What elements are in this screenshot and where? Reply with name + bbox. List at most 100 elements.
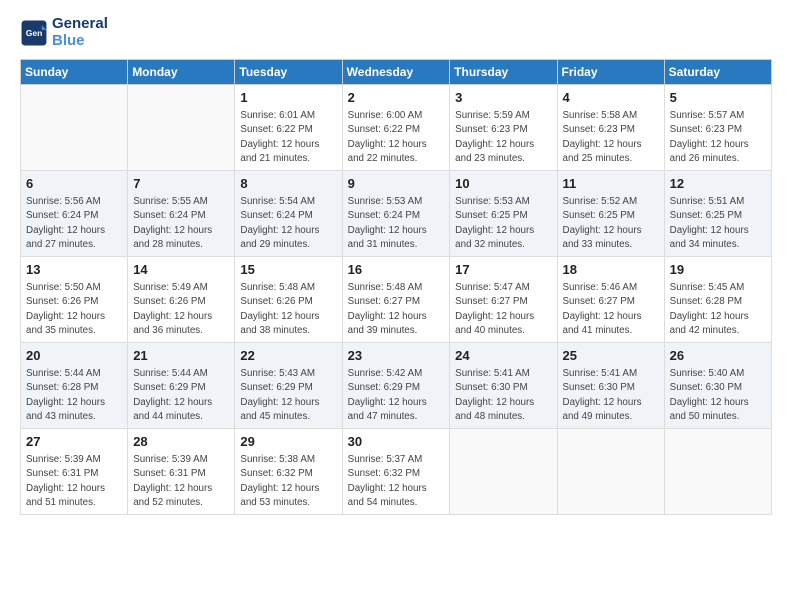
calendar-cell: 27 Sunrise: 5:39 AM Sunset: 6:31 PM Dayli…: [21, 429, 128, 515]
day-info: Sunrise: 5:54 AM Sunset: 6:24 PM Dayligh…: [240, 195, 336, 252]
calendar-cell: 3 Sunrise: 5:59 AM Sunset: 6:23 PM Daylig…: [450, 85, 557, 171]
day-info: Sunrise: 5:53 AM Sunset: 6:24 PM Dayligh…: [348, 195, 445, 252]
day-info: Sunrise: 5:42 AM Sunset: 6:29 PM Dayligh…: [348, 367, 445, 424]
calendar-cell: 2 Sunrise: 6:00 AM Sunset: 6:22 PM Daylig…: [342, 85, 450, 171]
svg-text:Gen: Gen: [26, 28, 43, 38]
calendar-cell: 7 Sunrise: 5:55 AM Sunset: 6:24 PM Daylig…: [128, 171, 235, 257]
day-info: Sunrise: 5:41 AM Sunset: 6:30 PM Dayligh…: [455, 367, 551, 424]
calendar-cell: 25 Sunrise: 5:41 AM Sunset: 6:30 PM Dayli…: [557, 343, 664, 429]
calendar-cell: 24 Sunrise: 5:41 AM Sunset: 6:30 PM Dayli…: [450, 343, 557, 429]
calendar-cell: 16 Sunrise: 5:48 AM Sunset: 6:27 PM Dayli…: [342, 257, 450, 343]
day-number: 29: [240, 433, 336, 451]
day-header-monday: Monday: [128, 60, 235, 85]
day-info: Sunrise: 6:01 AM Sunset: 6:22 PM Dayligh…: [240, 109, 336, 166]
day-number: 8: [240, 175, 336, 193]
day-number: 10: [455, 175, 551, 193]
day-info: Sunrise: 5:50 AM Sunset: 6:26 PM Dayligh…: [26, 281, 122, 338]
day-number: 15: [240, 261, 336, 279]
day-info: Sunrise: 5:44 AM Sunset: 6:28 PM Dayligh…: [26, 367, 122, 424]
day-number: 24: [455, 347, 551, 365]
calendar-cell: [128, 85, 235, 171]
day-header-friday: Friday: [557, 60, 664, 85]
calendar-cell: 12 Sunrise: 5:51 AM Sunset: 6:25 PM Dayli…: [664, 171, 771, 257]
day-info: Sunrise: 5:39 AM Sunset: 6:31 PM Dayligh…: [133, 453, 229, 510]
day-info: Sunrise: 5:59 AM Sunset: 6:23 PM Dayligh…: [455, 109, 551, 166]
day-number: 25: [563, 347, 659, 365]
calendar-cell: 29 Sunrise: 5:38 AM Sunset: 6:32 PM Dayli…: [235, 429, 342, 515]
day-number: 12: [670, 175, 766, 193]
day-number: 17: [455, 261, 551, 279]
day-number: 9: [348, 175, 445, 193]
calendar-cell: 4 Sunrise: 5:58 AM Sunset: 6:23 PM Daylig…: [557, 85, 664, 171]
day-info: Sunrise: 5:48 AM Sunset: 6:27 PM Dayligh…: [348, 281, 445, 338]
day-info: Sunrise: 5:38 AM Sunset: 6:32 PM Dayligh…: [240, 453, 336, 510]
day-info: Sunrise: 5:45 AM Sunset: 6:28 PM Dayligh…: [670, 281, 766, 338]
day-info: Sunrise: 5:49 AM Sunset: 6:26 PM Dayligh…: [133, 281, 229, 338]
day-number: 30: [348, 433, 445, 451]
day-info: Sunrise: 6:00 AM Sunset: 6:22 PM Dayligh…: [348, 109, 445, 166]
calendar-cell: 5 Sunrise: 5:57 AM Sunset: 6:23 PM Daylig…: [664, 85, 771, 171]
calendar-cell: 30 Sunrise: 5:37 AM Sunset: 6:32 PM Dayli…: [342, 429, 450, 515]
day-number: 6: [26, 175, 122, 193]
calendar-cell: 15 Sunrise: 5:48 AM Sunset: 6:26 PM Dayli…: [235, 257, 342, 343]
calendar-cell: 21 Sunrise: 5:44 AM Sunset: 6:29 PM Dayli…: [128, 343, 235, 429]
calendar-cell: 1 Sunrise: 6:01 AM Sunset: 6:22 PM Daylig…: [235, 85, 342, 171]
calendar-cell: [664, 429, 771, 515]
logo-text-line1: General: [52, 16, 108, 33]
day-info: Sunrise: 5:43 AM Sunset: 6:29 PM Dayligh…: [240, 367, 336, 424]
logo-icon: Gen: [20, 19, 48, 47]
day-info: Sunrise: 5:55 AM Sunset: 6:24 PM Dayligh…: [133, 195, 229, 252]
day-number: 20: [26, 347, 122, 365]
calendar-cell: 17Sunrise: 5:47 AM Sunset: 6:27 PM Dayli…: [450, 257, 557, 343]
day-info: Sunrise: 5:58 AM Sunset: 6:23 PM Dayligh…: [563, 109, 659, 166]
day-info: Sunrise: 5:48 AM Sunset: 6:26 PM Dayligh…: [240, 281, 336, 338]
day-number: 2: [348, 89, 445, 107]
calendar-cell: [450, 429, 557, 515]
day-number: 16: [348, 261, 445, 279]
calendar-cell: 10 Sunrise: 5:53 AM Sunset: 6:25 PM Dayli…: [450, 171, 557, 257]
day-info: Sunrise: 5:53 AM Sunset: 6:25 PM Dayligh…: [455, 195, 551, 252]
calendar-cell: 9 Sunrise: 5:53 AM Sunset: 6:24 PM Daylig…: [342, 171, 450, 257]
day-number: 4: [563, 89, 659, 107]
calendar-cell: 26 Sunrise: 5:40 AM Sunset: 6:30 PM Dayli…: [664, 343, 771, 429]
day-number: 22: [240, 347, 336, 365]
day-info: Sunrise: 5:57 AM Sunset: 6:23 PM Dayligh…: [670, 109, 766, 166]
calendar-cell: [21, 85, 128, 171]
day-number: 19: [670, 261, 766, 279]
calendar-cell: 14 Sunrise: 5:49 AM Sunset: 6:26 PM Dayli…: [128, 257, 235, 343]
calendar-cell: 28 Sunrise: 5:39 AM Sunset: 6:31 PM Dayli…: [128, 429, 235, 515]
calendar-table: SundayMondayTuesdayWednesdayThursdayFrid…: [20, 59, 772, 515]
calendar-cell: 19 Sunrise: 5:45 AM Sunset: 6:28 PM Dayli…: [664, 257, 771, 343]
logo: Gen General Blue: [20, 16, 108, 49]
calendar-cell: 23Sunrise: 5:42 AM Sunset: 6:29 PM Dayli…: [342, 343, 450, 429]
calendar-cell: [557, 429, 664, 515]
day-info: Sunrise: 5:52 AM Sunset: 6:25 PM Dayligh…: [563, 195, 659, 252]
day-header-wednesday: Wednesday: [342, 60, 450, 85]
day-number: 28: [133, 433, 229, 451]
calendar-cell: 18Sunrise: 5:46 AM Sunset: 6:27 PM Dayli…: [557, 257, 664, 343]
calendar-cell: 13 Sunrise: 5:50 AM Sunset: 6:26 PM Dayli…: [21, 257, 128, 343]
day-number: 27: [26, 433, 122, 451]
day-info: Sunrise: 5:51 AM Sunset: 6:25 PM Dayligh…: [670, 195, 766, 252]
day-info: Sunrise: 5:39 AM Sunset: 6:31 PM Dayligh…: [26, 453, 122, 510]
logo-text-line2: Blue: [52, 33, 108, 50]
day-number: 1: [240, 89, 336, 107]
day-header-tuesday: Tuesday: [235, 60, 342, 85]
calendar-cell: 8 Sunrise: 5:54 AM Sunset: 6:24 PM Daylig…: [235, 171, 342, 257]
day-number: 14: [133, 261, 229, 279]
day-info: Sunrise: 5:44 AM Sunset: 6:29 PM Dayligh…: [133, 367, 229, 424]
day-number: 3: [455, 89, 551, 107]
day-number: 11: [563, 175, 659, 193]
day-info: Sunrise: 5:37 AM Sunset: 6:32 PM Dayligh…: [348, 453, 445, 510]
day-number: 21: [133, 347, 229, 365]
day-number: 26: [670, 347, 766, 365]
day-number: 5: [670, 89, 766, 107]
day-info: Sunrise: 5:40 AM Sunset: 6:30 PM Dayligh…: [670, 367, 766, 424]
day-number: 13: [26, 261, 122, 279]
calendar-cell: 20 Sunrise: 5:44 AM Sunset: 6:28 PM Dayli…: [21, 343, 128, 429]
day-number: 7: [133, 175, 229, 193]
day-info: Sunrise: 5:56 AM Sunset: 6:24 PM Dayligh…: [26, 195, 122, 252]
day-info: Sunrise: 5:41 AM Sunset: 6:30 PM Dayligh…: [563, 367, 659, 424]
calendar-cell: 11 Sunrise: 5:52 AM Sunset: 6:25 PM Dayli…: [557, 171, 664, 257]
calendar-cell: 6 Sunrise: 5:56 AM Sunset: 6:24 PM Daylig…: [21, 171, 128, 257]
